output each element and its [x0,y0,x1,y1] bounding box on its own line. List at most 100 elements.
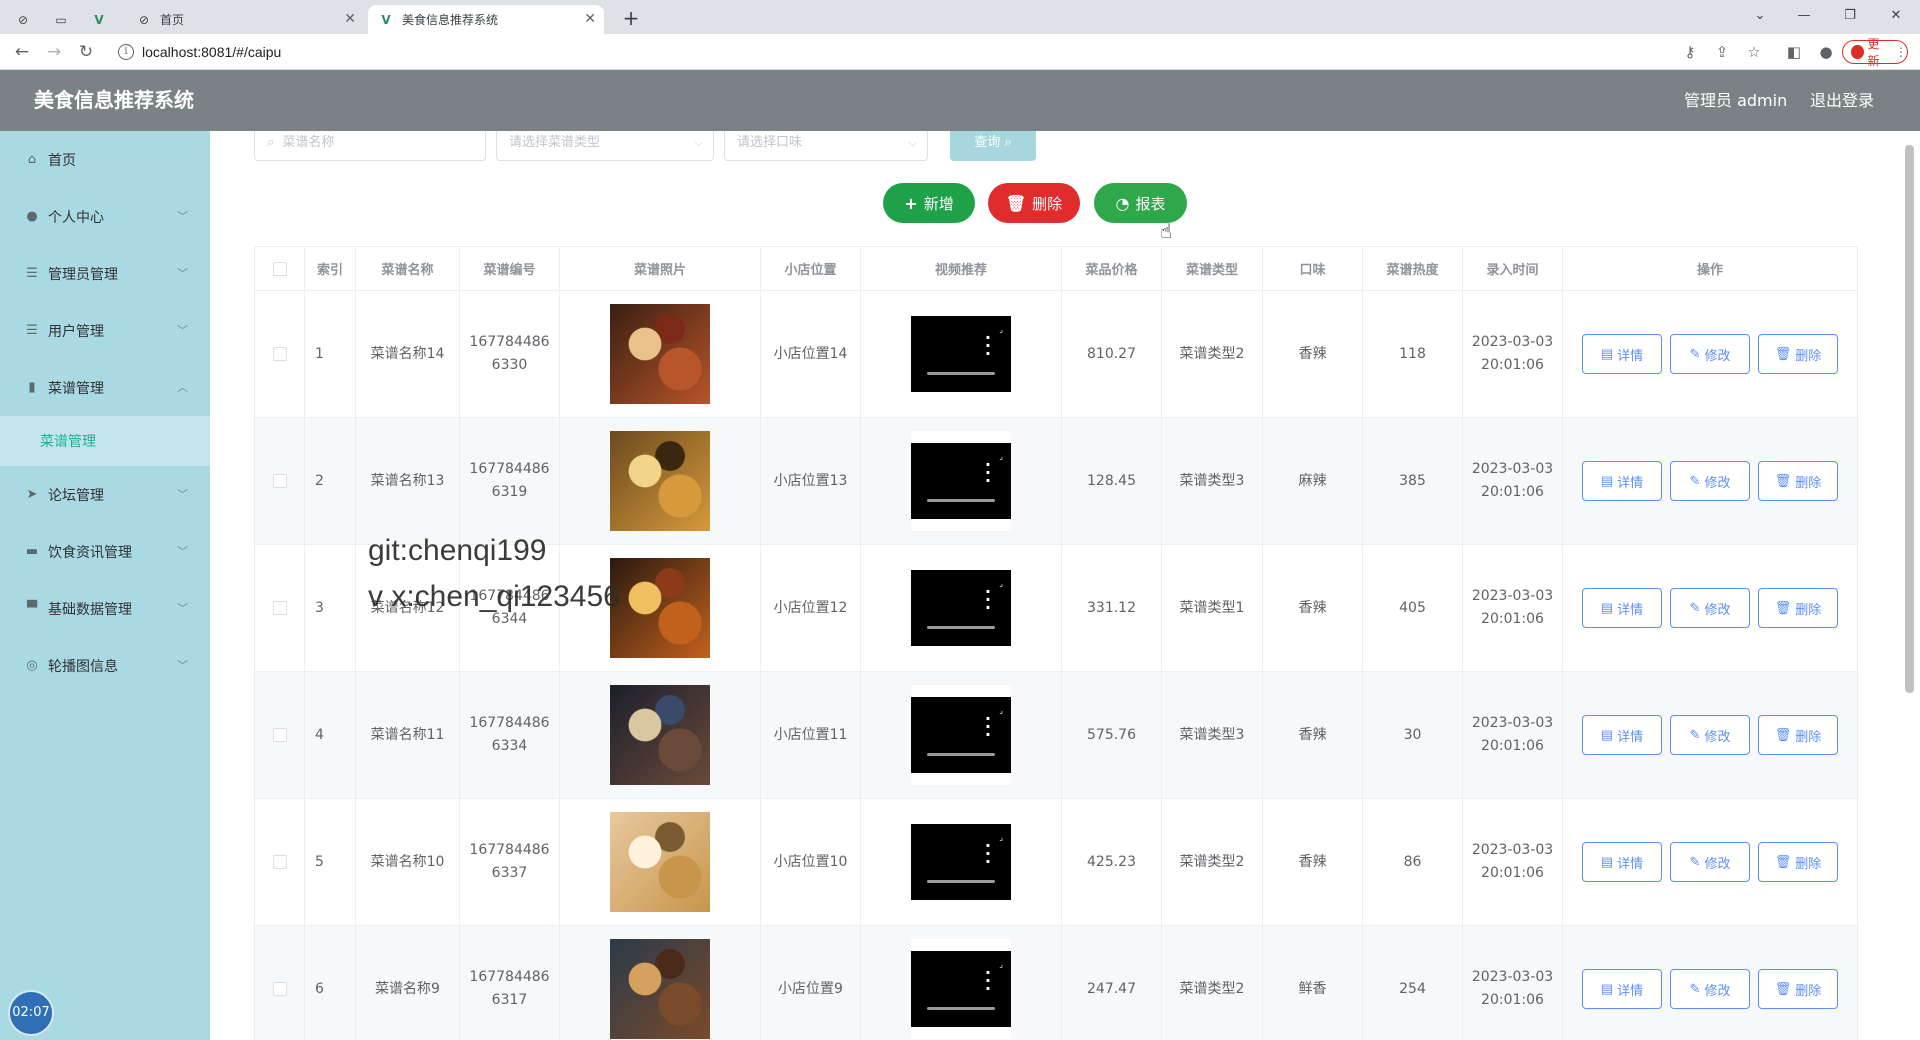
video-player[interactable]: ⌟ · · · [911,685,1011,785]
sidebar-item-home[interactable]: ⌂ 首页 [0,131,210,188]
site-info-icon[interactable]: i [118,44,134,60]
sidebar-item-recipe-management[interactable]: ▮ 菜谱管理 ︿ [0,359,210,416]
video-player[interactable]: ⌟ · · · [911,558,1011,658]
video-progress-bar[interactable] [927,753,995,756]
pinned-tab[interactable]: ⊘ [10,5,44,34]
side-panel-icon[interactable]: ◧ [1784,42,1804,62]
edit-button[interactable]: ✎ 修改 [1670,461,1750,501]
pinned-tab[interactable]: ▭ [48,5,82,34]
app-title: 美食信息推荐系统 [34,88,194,112]
recipe-photo[interactable] [610,939,710,1039]
edit-button[interactable]: ✎ 修改 [1670,842,1750,882]
detail-button[interactable]: ▤ 详情 [1582,969,1662,1009]
bookmark-star-icon[interactable]: ☆ [1744,42,1764,62]
query-button[interactable]: 查询 ⌕ [950,131,1036,161]
edit-label: 修改 [1704,728,1731,744]
compass-icon: ◎ [26,658,38,673]
detail-button[interactable]: ▤ 详情 [1582,842,1662,882]
profile-avatar-icon[interactable]: ● [1816,42,1836,62]
video-player[interactable]: ⌟ · · · [911,431,1011,531]
detail-button[interactable]: ▤ 详情 [1582,588,1662,628]
sidebar-item-news-management[interactable]: ▬ 饮食资讯管理 ﹀ [0,523,210,580]
pinned-tab[interactable]: V [86,5,120,34]
report-button[interactable]: ◔ 报表 [1094,183,1187,223]
close-tab-icon[interactable]: ✕ [344,11,356,27]
logout-link[interactable]: 退出登录 [1810,70,1874,131]
address-bar[interactable]: i localhost:8081/#/caipu [108,38,1728,66]
table-cell: ⌟ · · · [861,418,1062,544]
delete-button[interactable]: 🗑 删除 [1758,715,1838,755]
bulk-delete-button[interactable]: 🗑 删除 [988,183,1080,223]
video-progress-bar[interactable] [927,880,995,883]
sidebar-item-forum-management[interactable]: ➤ 论坛管理 ﹀ [0,466,210,523]
delete-button[interactable]: 🗑 删除 [1758,969,1838,1009]
video-progress-bar[interactable] [927,499,995,502]
delete-button[interactable]: 🗑 删除 [1758,842,1838,882]
sidebar-item-carousel-info[interactable]: ◎ 轮播图信息 ﹀ [0,637,210,694]
recipe-photo[interactable] [610,812,710,912]
select-all-checkbox[interactable] [272,261,287,276]
row-checkbox[interactable] [272,474,287,488]
recipe-name-search-input[interactable]: ⌕ 菜谱名称 [254,131,486,161]
edit-button[interactable]: ✎ 修改 [1670,588,1750,628]
back-icon[interactable]: ← [10,40,34,64]
row-checkbox[interactable] [272,728,287,742]
video-menu-icon[interactable]: · · · [985,330,991,362]
sidebar-item-base-data-management[interactable]: ▀ 基础数据管理 ﹀ [0,580,210,637]
edit-button[interactable]: ✎ 修改 [1670,334,1750,374]
recipe-price: 575.76 [1087,726,1136,743]
video-player[interactable]: ⌟ · · · [911,304,1011,404]
video-player[interactable]: ⌟ · · · [911,812,1011,912]
minimize-button[interactable]: — [1782,4,1826,28]
recipe-photo[interactable] [610,685,710,785]
video-menu-icon[interactable]: · · · [985,584,991,616]
tab-home[interactable]: ⊘ 首页 ✕ [126,5,364,34]
sidebar-item-admin-management[interactable]: ☰ 管理员管理 ﹀ [0,245,210,302]
close-window-button[interactable]: ✕ [1874,4,1918,28]
detail-button[interactable]: ▤ 详情 [1582,461,1662,501]
edit-button[interactable]: ✎ 修改 [1670,969,1750,1009]
row-checkbox[interactable] [272,601,287,615]
delete-button[interactable]: 🗑 删除 [1758,461,1838,501]
sidebar-item-user-management[interactable]: ☰ 用户管理 ﹀ [0,302,210,359]
share-icon[interactable]: ⇪ [1712,42,1732,62]
new-tab-button[interactable]: + [617,6,645,30]
tab-active[interactable]: V 美食信息推荐系统 ✕ [368,5,604,34]
row-checkbox[interactable] [272,982,287,996]
video-menu-icon[interactable]: · · · [985,838,991,870]
delete-button[interactable]: 🗑 删除 [1758,588,1838,628]
recipe-photo[interactable] [610,558,710,658]
add-button[interactable]: + 新增 [883,183,975,223]
restore-button[interactable]: ❐ [1828,4,1872,28]
detail-button[interactable]: ▤ 详情 [1582,715,1662,755]
tab-search-icon[interactable]: ⌄ [1738,4,1782,28]
table-cell: 405 [1363,545,1463,671]
scrollbar-thumb[interactable] [1905,145,1914,693]
delete-button[interactable]: 🗑 删除 [1758,334,1838,374]
video-player[interactable]: ⌟ · · · [911,939,1011,1039]
row-checkbox[interactable] [272,855,287,869]
table-cell: 香辣 [1263,291,1363,417]
recipe-photo[interactable] [610,304,710,404]
recipe-code: 167784486 6330 [469,331,549,377]
video-progress-bar[interactable] [927,626,995,629]
video-menu-icon[interactable]: · · · [985,711,991,743]
reload-icon[interactable]: ↻ [74,40,98,64]
recipe-taste: 麻辣 [1298,472,1327,489]
recipe-type-select[interactable]: 请选择菜谱类型 ⌵ [496,131,714,161]
forward-icon[interactable]: → [42,40,66,64]
key-icon[interactable]: ⚷ [1680,42,1700,62]
video-progress-bar[interactable] [927,372,995,375]
close-tab-icon[interactable]: ✕ [584,11,596,27]
edit-button[interactable]: ✎ 修改 [1670,715,1750,755]
taste-select[interactable]: 请选择口味 ⌵ [724,131,928,161]
video-menu-icon[interactable]: · · · [985,965,991,997]
update-button[interactable]: 更新 ⋮ [1842,37,1908,68]
row-checkbox[interactable] [272,347,287,361]
detail-button[interactable]: ▤ 详情 [1582,334,1662,374]
video-menu-icon[interactable]: · · · [985,457,991,489]
sidebar-subitem-recipe-management[interactable]: 菜谱管理 [0,416,210,466]
sidebar-item-personal-center[interactable]: ● 个人中心 ﹀ [0,188,210,245]
video-progress-bar[interactable] [927,1007,995,1010]
recipe-photo[interactable] [610,431,710,531]
